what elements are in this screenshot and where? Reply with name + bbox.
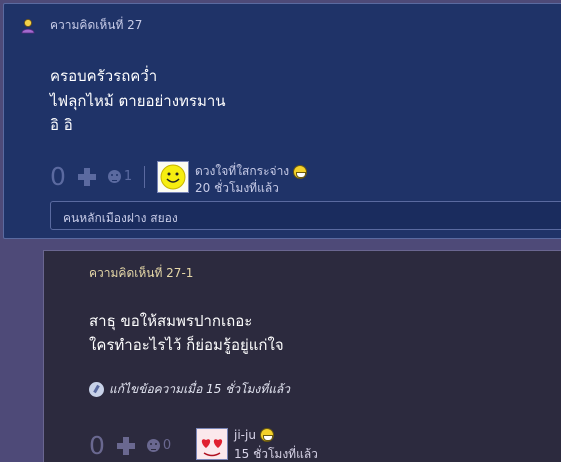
smile-icon [259,428,274,442]
comment-header: ความคิดเห็นที่ 27 [20,16,142,35]
plus-icon[interactable] [77,167,96,186]
body-line: ใครทำอะไรไว้ ก็ย่อมรู้อยู่แก่ใจ [89,336,284,354]
divider [144,165,146,188]
body-line: สาธุ ขอให้สมพรปากเถอะ [89,312,253,330]
smiley-avatar [158,162,188,192]
emotion-icon [107,170,121,183]
vote-count: 0 [50,162,66,191]
vote-row: 0 1 [50,162,146,191]
tag-bar[interactable]: คนหลักเมืองฝาง สยอง [50,201,561,230]
body-line: ครอบครัวรถคว่ำ [50,67,158,85]
vote-row: 0 0 [89,431,171,460]
comment-number: ความคิดเห็นที่ 27 [50,18,143,32]
timestamp: 15 ชั่วโมงที่แล้ว [234,447,318,461]
reply-27-1: ความคิดเห็นที่ 27-1 สาธุ ขอให้สมพรปากเถอ… [43,250,561,462]
author-line: ji-ju [234,428,274,442]
avatar[interactable] [196,428,228,460]
comment-body: ครอบครัวรถคว่ำ ไฟลุกไหม้ ตายอย่างทรมาน อ… [50,64,226,138]
hearts-avatar [197,429,227,459]
avatar[interactable] [157,161,189,193]
user-icon [20,18,36,34]
smile-icon [293,164,308,179]
timestamp: 20 ชั่วโมงที่แล้ว [195,181,279,195]
comment-27: ความคิดเห็นที่ 27 ครอบครัวรถคว่ำ ไฟลุกไห… [3,3,561,239]
plus-icon[interactable] [116,436,135,455]
author-name[interactable]: ji-ju [234,428,256,442]
body-line: ไฟลุกไหม้ ตายอย่างทรมาน [50,91,226,110]
reply-number: ความคิดเห็นที่ 27-1 [89,266,194,280]
reply-body: สาธุ ขอให้สมพรปากเถอะ ใครทำอะไรไว้ ก็ย่อ… [89,309,284,357]
emotion-button[interactable]: 0 [146,438,172,453]
edit-note: แก้ไขข้อความเมื่อ 15 ชั่วโมงที่แล้ว [89,380,290,399]
emotion-count: 0 [162,438,172,453]
edit-text: แก้ไขข้อความเมื่อ 15 ชั่วโมงที่แล้ว [109,382,291,396]
tag-text[interactable]: คนหลักเมืองฝาง สยอง [63,209,178,228]
edit-icon [89,382,104,397]
emotion-icon [146,439,160,452]
vote-count: 0 [89,431,105,460]
emotion-button[interactable]: 1 [107,169,133,184]
emotion-count: 1 [123,169,133,184]
body-line: อิ อิ [50,116,73,134]
